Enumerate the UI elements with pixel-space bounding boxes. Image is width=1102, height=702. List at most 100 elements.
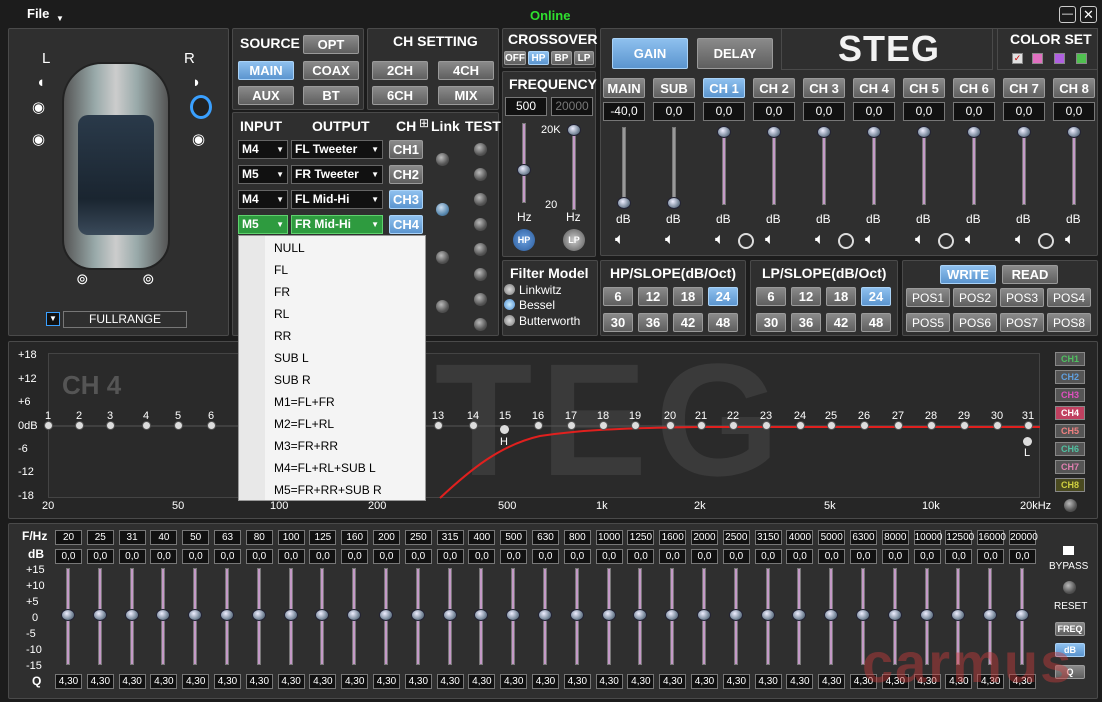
eq-gain-knob[interactable] [410, 609, 425, 621]
graph-band-point[interactable] [993, 421, 1002, 430]
eq-gain-knob[interactable] [283, 609, 298, 621]
eq-gain-knob[interactable] [92, 609, 107, 621]
eq-gain-field[interactable]: 0,0 [818, 549, 846, 564]
eq-freq-field[interactable]: 3150 [754, 530, 782, 545]
eq-q-field[interactable]: 4,30 [532, 674, 559, 689]
eq-freq-field[interactable]: 8000 [881, 530, 909, 545]
eq-freq-field[interactable]: 200 [373, 530, 400, 545]
graph-toggle-led[interactable] [1064, 499, 1077, 512]
eq-q-field[interactable]: 4,30 [118, 674, 146, 689]
eq-gain-field[interactable]: 0,0 [214, 549, 241, 564]
eq-freq-field[interactable]: 6300 [850, 530, 877, 545]
eq-freq-field[interactable]: 5000 [818, 530, 846, 545]
graph-channel-tab-ch8[interactable]: CH8 [1055, 478, 1085, 492]
bypass-checkbox[interactable] [1063, 546, 1074, 555]
eq-gain-field[interactable]: 0,0 [977, 549, 1005, 564]
graph-band-point[interactable] [697, 421, 706, 430]
eq-freq-field[interactable]: 125 [309, 530, 337, 545]
graph-band-point[interactable] [729, 421, 738, 430]
eq-gain-field[interactable]: 0,0 [595, 549, 623, 564]
eq-gain-field[interactable]: 0,0 [245, 549, 273, 564]
dropdown-option[interactable]: M5=FR+RR+SUB R [239, 479, 425, 501]
eq-gain-field[interactable]: 0,0 [86, 549, 114, 564]
eq-freq-field[interactable]: 100 [277, 530, 305, 545]
eq-q-field[interactable]: 4,30 [373, 674, 400, 689]
eq-gain-knob[interactable] [538, 609, 552, 621]
graph-band-point[interactable] [599, 421, 608, 430]
eq-q-field[interactable]: 4,30 [563, 674, 591, 689]
eq-q-field[interactable]: 4,30 [404, 674, 432, 689]
graph-band-point[interactable] [567, 421, 576, 430]
graph-band-point[interactable] [207, 421, 216, 430]
eq-q-field[interactable]: 4,30 [468, 674, 496, 689]
eq-freq-field[interactable]: 40 [150, 530, 178, 545]
eq-gain-knob[interactable] [697, 609, 711, 621]
eq-gain-knob[interactable] [919, 609, 934, 621]
eq-gain-field[interactable]: 0,0 [309, 549, 337, 564]
eq-freq-field[interactable]: 31 [118, 530, 146, 545]
eq-gain-field[interactable]: 0,0 [150, 549, 178, 564]
reset-led[interactable] [1063, 581, 1076, 594]
eq-gain-field[interactable]: 0,0 [55, 549, 82, 564]
graph-band-point[interactable] [534, 421, 543, 430]
eq-q-field[interactable]: 4,30 [691, 674, 718, 689]
eq-gain-field[interactable]: 0,0 [563, 549, 591, 564]
eq-freq-field[interactable]: 250 [404, 530, 432, 545]
eq-gain-knob[interactable] [251, 609, 266, 621]
eq-freq-field[interactable]: 20 [55, 530, 82, 545]
graph-band-point[interactable] [44, 421, 53, 430]
eq-q-field[interactable]: 4,30 [277, 674, 305, 689]
eq-gain-field[interactable]: 0,0 [659, 549, 687, 564]
eq-q-field[interactable]: 4,30 [595, 674, 623, 689]
eq-gain-knob[interactable] [1015, 609, 1029, 621]
graph-band-point[interactable] [796, 421, 805, 430]
eq-gain-field[interactable]: 0,0 [722, 549, 750, 564]
graph-channel-tab-ch4[interactable]: CH4 [1055, 406, 1085, 420]
eq-gain-field[interactable]: 0,0 [691, 549, 718, 564]
eq-gain-field[interactable]: 0,0 [341, 549, 369, 564]
eq-gain-knob[interactable] [728, 609, 743, 621]
eq-freq-field[interactable]: 25 [86, 530, 114, 545]
eq-gain-field[interactable]: 0,0 [468, 549, 496, 564]
eq-q-field[interactable]: 4,30 [86, 674, 114, 689]
dropdown-option[interactable]: RL [239, 303, 425, 325]
graph-band-point[interactable] [142, 421, 151, 430]
eq-q-field[interactable]: 4,30 [436, 674, 464, 689]
eq-gain-knob[interactable] [61, 609, 75, 621]
graph-band-point[interactable] [434, 421, 443, 430]
eq-gain-field[interactable]: 0,0 [118, 549, 146, 564]
dropdown-option[interactable]: SUB L [239, 347, 425, 369]
eq-freq-field[interactable]: 50 [182, 530, 210, 545]
eq-gain-field[interactable]: 0,0 [627, 549, 655, 564]
graph-band-point[interactable] [762, 421, 771, 430]
graph-band-point[interactable] [860, 421, 869, 430]
eq-gain-knob[interactable] [124, 609, 139, 621]
dropdown-option[interactable]: M2=FL+RL [239, 413, 425, 435]
hp-marker[interactable] [500, 425, 509, 434]
eq-gain-field[interactable]: 0,0 [786, 549, 814, 564]
eq-freq-field[interactable]: 16000 [977, 530, 1006, 545]
eq-gain-knob[interactable] [379, 609, 393, 621]
eq-freq-field[interactable]: 500 [500, 530, 528, 545]
eq-gain-field[interactable]: 0,0 [945, 549, 973, 564]
eq-gain-field[interactable]: 0,0 [850, 549, 877, 564]
graph-band-point[interactable] [174, 421, 183, 430]
eq-freq-field[interactable]: 1000 [595, 530, 623, 545]
graph-channel-tab-ch6[interactable]: CH6 [1055, 442, 1085, 456]
dropdown-option[interactable]: NULL [239, 237, 425, 259]
eq-q-field[interactable]: 4,30 [659, 674, 687, 689]
eq-gain-field[interactable]: 0,0 [913, 549, 941, 564]
dropdown-option[interactable]: SUB R [239, 369, 425, 391]
graph-band-point[interactable] [75, 421, 84, 430]
eq-q-field[interactable]: 4,30 [245, 674, 273, 689]
graph-band-point[interactable] [106, 421, 115, 430]
eq-gain-field[interactable]: 0,0 [404, 549, 432, 564]
eq-q-field[interactable]: 4,30 [500, 674, 528, 689]
eq-q-field[interactable]: 4,30 [754, 674, 782, 689]
graph-band-point[interactable] [927, 421, 936, 430]
eq-freq-field[interactable]: 80 [245, 530, 273, 545]
graph-band-point[interactable] [960, 421, 969, 430]
graph-channel-tab-ch2[interactable]: CH2 [1055, 370, 1085, 384]
graph-channel-tab-ch5[interactable]: CH5 [1055, 424, 1085, 438]
dropdown-option[interactable]: RR [239, 325, 425, 347]
